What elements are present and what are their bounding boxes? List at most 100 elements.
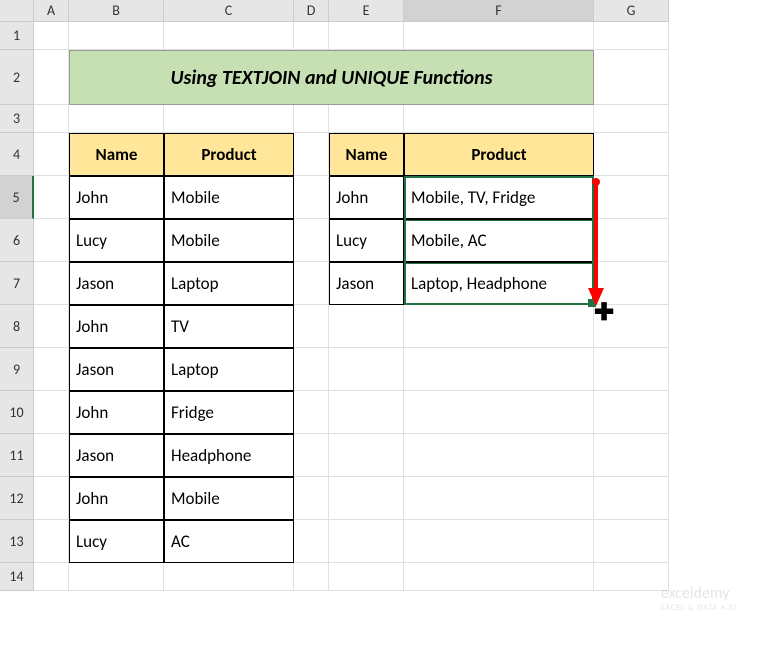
cell-D14[interactable] <box>294 563 329 591</box>
cell-F1[interactable] <box>404 22 594 50</box>
cell-E11[interactable] <box>329 434 404 477</box>
cell-A5[interactable] <box>34 176 69 219</box>
cell-A4[interactable] <box>34 133 69 176</box>
table1-r7-product[interactable]: Mobile <box>164 477 294 520</box>
cell-A11[interactable] <box>34 434 69 477</box>
row-header-5[interactable]: 5 <box>0 176 34 219</box>
table1-r6-product[interactable]: Headphone <box>164 434 294 477</box>
row-header-7[interactable]: 7 <box>0 262 34 305</box>
cell-G3[interactable] <box>594 105 669 133</box>
table2-r0-name[interactable]: John <box>329 176 404 219</box>
table1-r3-name[interactable]: John <box>69 305 164 348</box>
table2-r2-name[interactable]: Jason <box>329 262 404 305</box>
col-header-G[interactable]: G <box>594 0 669 22</box>
cell-D11[interactable] <box>294 434 329 477</box>
cell-C14[interactable] <box>164 563 294 591</box>
table2-r0-product[interactable]: Mobile, TV, Fridge <box>404 176 594 219</box>
cell-C3[interactable] <box>164 105 294 133</box>
table2-r2-product[interactable]: Laptop, Headphone <box>404 262 594 305</box>
cell-D10[interactable] <box>294 391 329 434</box>
row-header-2[interactable]: 2 <box>0 50 34 105</box>
cell-D7[interactable] <box>294 262 329 305</box>
cell-E9[interactable] <box>329 348 404 391</box>
cell-F14[interactable] <box>404 563 594 591</box>
table1-r5-product[interactable]: Fridge <box>164 391 294 434</box>
cell-A12[interactable] <box>34 477 69 520</box>
cell-G10[interactable] <box>594 391 669 434</box>
cell-E3[interactable] <box>329 105 404 133</box>
cell-G9[interactable] <box>594 348 669 391</box>
cell-B1[interactable] <box>69 22 164 50</box>
cell-E13[interactable] <box>329 520 404 563</box>
cell-E10[interactable] <box>329 391 404 434</box>
cell-G8[interactable] <box>594 305 669 348</box>
cell-A6[interactable] <box>34 219 69 262</box>
table1-r3-product[interactable]: TV <box>164 305 294 348</box>
cell-F8[interactable] <box>404 305 594 348</box>
table1-r2-product[interactable]: Laptop <box>164 262 294 305</box>
row-header-13[interactable]: 13 <box>0 520 34 563</box>
cell-B3[interactable] <box>69 105 164 133</box>
cell-D12[interactable] <box>294 477 329 520</box>
table1-header-product[interactable]: Product <box>164 133 294 176</box>
cell-F12[interactable] <box>404 477 594 520</box>
table2-header-product[interactable]: Product <box>404 133 594 176</box>
cell-F9[interactable] <box>404 348 594 391</box>
cell-E8[interactable] <box>329 305 404 348</box>
table1-r4-product[interactable]: Laptop <box>164 348 294 391</box>
cell-D8[interactable] <box>294 305 329 348</box>
cell-F13[interactable] <box>404 520 594 563</box>
cell-D13[interactable] <box>294 520 329 563</box>
col-header-E[interactable]: E <box>329 0 404 22</box>
col-header-F[interactable]: F <box>404 0 594 22</box>
cell-G7[interactable] <box>594 262 669 305</box>
table2-r1-name[interactable]: Lucy <box>329 219 404 262</box>
cell-G4[interactable] <box>594 133 669 176</box>
cell-D1[interactable] <box>294 22 329 50</box>
cell-D5[interactable] <box>294 176 329 219</box>
cell-F3[interactable] <box>404 105 594 133</box>
cell-A14[interactable] <box>34 563 69 591</box>
row-header-9[interactable]: 9 <box>0 348 34 391</box>
row-header-8[interactable]: 8 <box>0 305 34 348</box>
title-cell[interactable]: Using TEXTJOIN and UNIQUE Functions <box>69 50 594 105</box>
cell-A10[interactable] <box>34 391 69 434</box>
table1-r0-product[interactable]: Mobile <box>164 176 294 219</box>
table1-r7-name[interactable]: John <box>69 477 164 520</box>
table1-r0-name[interactable]: John <box>69 176 164 219</box>
row-header-6[interactable]: 6 <box>0 219 34 262</box>
table2-r1-product[interactable]: Mobile, AC <box>404 219 594 262</box>
table1-header-name[interactable]: Name <box>69 133 164 176</box>
col-header-B[interactable]: B <box>69 0 164 22</box>
cell-G11[interactable] <box>594 434 669 477</box>
select-all-corner[interactable] <box>0 0 34 22</box>
row-header-3[interactable]: 3 <box>0 105 34 133</box>
cell-E14[interactable] <box>329 563 404 591</box>
cell-F10[interactable] <box>404 391 594 434</box>
row-header-4[interactable]: 4 <box>0 133 34 176</box>
row-header-10[interactable]: 10 <box>0 391 34 434</box>
cell-D3[interactable] <box>294 105 329 133</box>
table1-r1-product[interactable]: Mobile <box>164 219 294 262</box>
cell-A2[interactable] <box>34 50 69 105</box>
cell-G5[interactable] <box>594 176 669 219</box>
table1-r1-name[interactable]: Lucy <box>69 219 164 262</box>
cell-C1[interactable] <box>164 22 294 50</box>
cell-A7[interactable] <box>34 262 69 305</box>
cell-D6[interactable] <box>294 219 329 262</box>
table1-r2-name[interactable]: Jason <box>69 262 164 305</box>
table1-r5-name[interactable]: John <box>69 391 164 434</box>
cell-G12[interactable] <box>594 477 669 520</box>
cell-G6[interactable] <box>594 219 669 262</box>
col-header-D[interactable]: D <box>294 0 329 22</box>
table1-r8-product[interactable]: AC <box>164 520 294 563</box>
table1-r4-name[interactable]: Jason <box>69 348 164 391</box>
fill-handle[interactable] <box>588 299 596 307</box>
table1-r6-name[interactable]: Jason <box>69 434 164 477</box>
cell-A9[interactable] <box>34 348 69 391</box>
col-header-A[interactable]: A <box>34 0 69 22</box>
cell-D9[interactable] <box>294 348 329 391</box>
cell-E12[interactable] <box>329 477 404 520</box>
table1-r8-name[interactable]: Lucy <box>69 520 164 563</box>
cell-B14[interactable] <box>69 563 164 591</box>
